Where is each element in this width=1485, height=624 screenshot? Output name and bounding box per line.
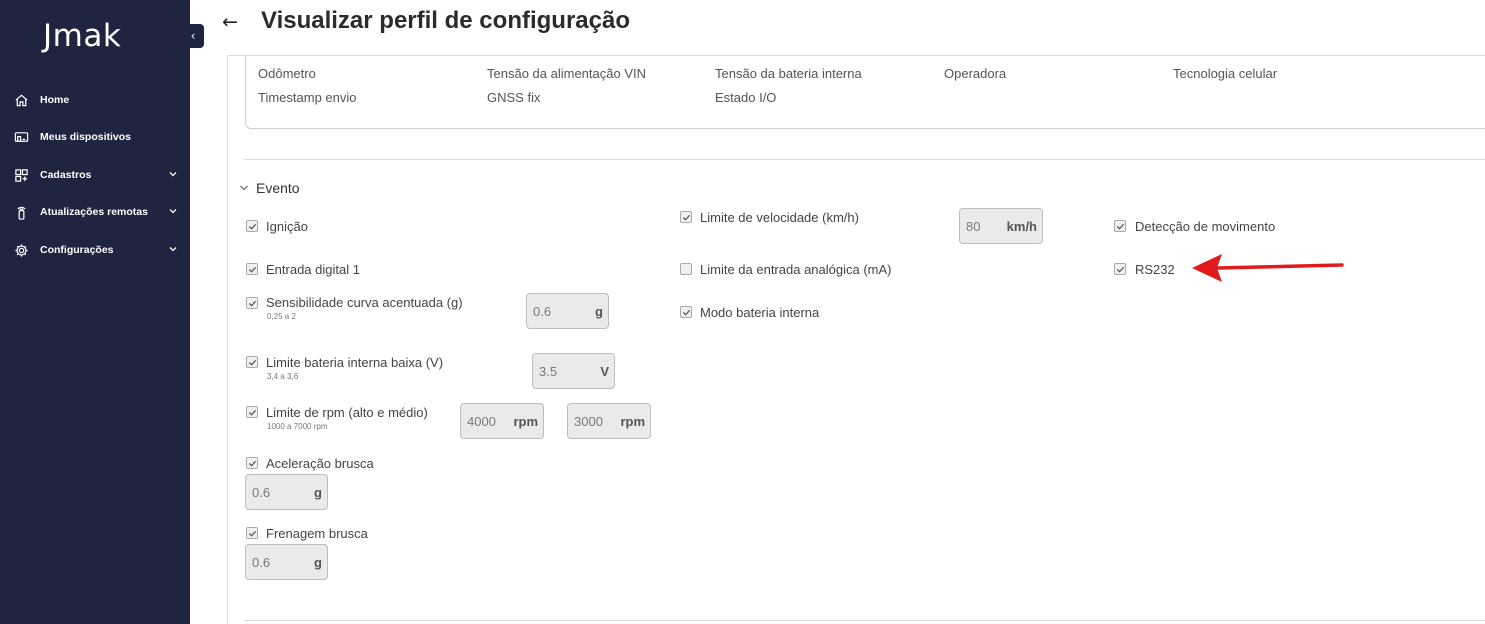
sidebar-item-atualizacoes-remotas[interactable]: Atualizações remotas [12, 200, 182, 224]
input-value: 80 [966, 219, 981, 234]
section-divider-bottom [244, 620, 1485, 621]
sidebar-item-label: Home [40, 94, 70, 106]
input-sensibilidade[interactable]: 0.6 g [526, 293, 609, 329]
input-rpm-alto[interactable]: 4000 rpm [460, 403, 544, 439]
input-value: 4000 [467, 414, 496, 429]
input-unit: rpm [620, 414, 645, 429]
label-ignicao: Ignição [266, 219, 308, 234]
checkbox-entrada-digital[interactable] [246, 263, 258, 275]
sidebar-item-label: Cadastros [40, 169, 92, 181]
checkbox-rs232[interactable] [1114, 263, 1126, 275]
check-icon [248, 223, 257, 230]
sensor-label-tensao-bateria: Tensão da bateria interna [715, 66, 862, 81]
chevron-down-icon [169, 172, 177, 177]
checkbox-frenagem[interactable] [246, 527, 258, 539]
label-limite-analogica: Limite da entrada analógica (mA) [700, 262, 892, 277]
sensor-label-estado-io: Estado I/O [715, 90, 777, 105]
input-value: 3.5 [539, 364, 558, 379]
label-limite-bateria: Limite bateria interna baixa (V) [266, 355, 444, 370]
logo: Jmak [43, 18, 122, 54]
checkbox-deteccao-movimento[interactable] [1114, 220, 1126, 232]
label-deteccao-movimento: Detecção de movimento [1135, 219, 1276, 234]
check-icon [682, 309, 691, 316]
arrow-left-icon[interactable]: ← [222, 11, 238, 33]
page-title: Visualizar perfil de configuração [261, 7, 630, 34]
remote-update-icon [12, 204, 30, 220]
check-icon [248, 460, 257, 467]
check-icon [248, 409, 257, 416]
chevron-down-icon [169, 209, 177, 214]
chevron-down-icon [169, 247, 177, 252]
hint-limite-rpm: 1000 a 7000 rpm [267, 422, 328, 431]
input-unit: g [595, 304, 603, 319]
devices-icon [12, 129, 30, 145]
checkbox-sensibilidade[interactable] [246, 297, 258, 309]
checkbox-aceleracao[interactable] [246, 457, 258, 469]
input-value: 3000 [574, 414, 603, 429]
checkbox-limite-velocidade[interactable] [680, 211, 692, 223]
sidebar-item-label: Meus dispositivos [40, 131, 132, 143]
sensor-label-operadora: Operadora [944, 66, 1007, 81]
sensor-label-gnss-fix: GNSS fix [487, 90, 541, 105]
check-icon [248, 530, 257, 537]
hint-sensibilidade: 0,25 a 2 [267, 312, 296, 321]
sensor-label-timestamp-envio: Timestamp envio [258, 90, 357, 105]
label-sensibilidade: Sensibilidade curva acentuada (g) [266, 295, 463, 310]
input-rpm-medio[interactable]: 3000 rpm [567, 403, 651, 439]
checkbox-modo-bateria[interactable] [680, 306, 692, 318]
input-value: 0.6 [533, 304, 552, 319]
input-limite-bateria[interactable]: 3.5 V [532, 353, 615, 389]
label-frenagem: Frenagem brusca [266, 526, 368, 541]
section-title: Evento [256, 180, 300, 196]
label-limite-velocidade: Limite de velocidade (km/h) [700, 210, 859, 225]
annotation-arrow [1192, 254, 1344, 282]
label-modo-bateria: Modo bateria interna [700, 305, 820, 320]
sensor-label-tensao-vin: Tensão da alimentação VIN [487, 66, 646, 81]
input-unit: g [314, 485, 322, 500]
sidebar-collapse-button[interactable]: ‹ [182, 24, 204, 48]
check-icon [248, 359, 257, 366]
sidebar: Jmak ‹ Home Meus dispositivos Cadastros … [0, 0, 204, 624]
evento-section-toggle[interactable]: Evento [239, 180, 300, 196]
checkbox-limite-bateria[interactable] [246, 356, 258, 368]
chevron-down-icon [240, 185, 248, 191]
checkbox-limite-rpm[interactable] [246, 406, 258, 418]
content-left-border [227, 56, 228, 624]
sensor-fields-box [245, 56, 1485, 129]
sidebar-item-cadastros[interactable]: Cadastros [12, 163, 182, 187]
label-entrada-digital: Entrada digital 1 [266, 262, 360, 277]
sensor-label-tecnologia-celular: Tecnologia celular [1173, 66, 1278, 81]
checkbox-limite-analogica[interactable] [680, 263, 692, 275]
input-unit: km/h [1006, 219, 1037, 234]
check-icon [1116, 266, 1125, 273]
sidebar-item-label: Configurações [40, 244, 114, 256]
sensor-label-odometro: Odômetro [258, 66, 316, 81]
section-divider [244, 159, 1485, 160]
label-rs232: RS232 [1135, 262, 1175, 277]
check-icon [1116, 223, 1125, 230]
sidebar-item-home[interactable]: Home [12, 88, 182, 112]
home-icon [12, 92, 30, 108]
grid-add-icon [12, 167, 30, 183]
label-aceleracao: Aceleração brusca [266, 456, 374, 471]
check-icon [248, 300, 257, 307]
input-value: 0.6 [252, 485, 271, 500]
sidebar-item-meus-dispositivos[interactable]: Meus dispositivos [12, 125, 182, 149]
input-unit: rpm [513, 414, 538, 429]
chevron-left-icon: ‹ [190, 29, 196, 43]
label-limite-rpm: Limite de rpm (alto e médio) [266, 405, 428, 420]
check-icon [682, 214, 691, 221]
sidebar-item-label: Atualizações remotas [40, 206, 148, 218]
hint-limite-bateria: 3,4 a 3,6 [267, 372, 299, 381]
gear-icon [12, 242, 30, 258]
input-limite-velocidade[interactable]: 80 km/h [959, 208, 1043, 244]
input-unit: g [314, 555, 322, 570]
check-icon [248, 266, 257, 273]
input-value: 0.6 [252, 555, 271, 570]
input-unit: V [600, 364, 609, 379]
input-aceleracao[interactable]: 0.6 g [245, 474, 328, 510]
checkbox-ignicao[interactable] [246, 220, 258, 232]
sidebar-item-configuracoes[interactable]: Configurações [12, 238, 182, 262]
input-frenagem[interactable]: 0.6 g [245, 544, 328, 580]
